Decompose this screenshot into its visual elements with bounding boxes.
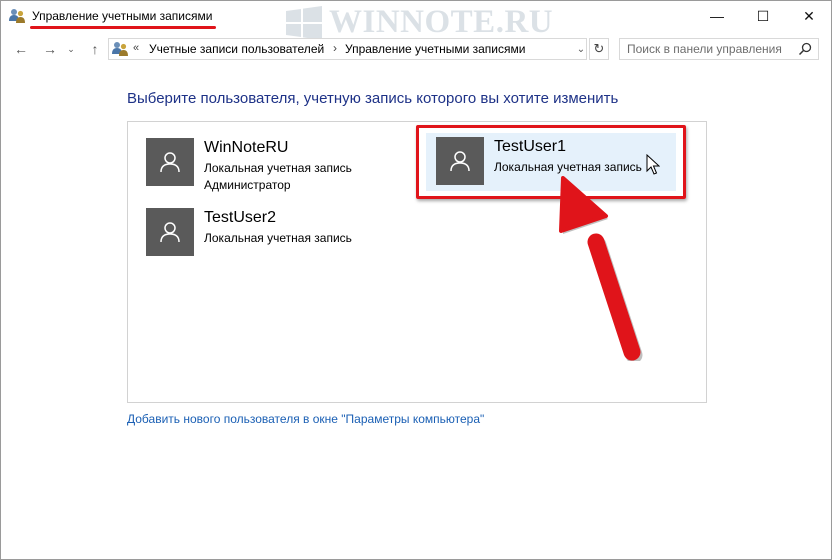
- account-name: TestUser1: [494, 138, 567, 155]
- refresh-icon: ↻: [593, 41, 605, 56]
- account-winnoteru[interactable]: WinNoteRU Локальная учетная запись Админ…: [146, 138, 376, 198]
- breadcrumb-user-accounts[interactable]: Учетные записи пользователей: [149, 42, 324, 56]
- account-role: Администратор: [204, 178, 291, 192]
- mouse-cursor-icon: [646, 154, 660, 175]
- breadcrumb-separator[interactable]: ›: [333, 41, 337, 55]
- search-input[interactable]: Поиск в панели управления: [619, 38, 819, 60]
- navigation-bar: ← → ⌄ ↑ « Учетные записи пользователей ›…: [1, 34, 831, 64]
- minimize-icon: —: [710, 8, 724, 24]
- user-avatar-icon: [450, 151, 470, 172]
- maximize-button[interactable]: ☐: [740, 1, 786, 31]
- chevron-down-icon: ⌄: [576, 43, 586, 55]
- account-type: Локальная учетная запись: [204, 231, 352, 245]
- account-testuser2[interactable]: TestUser2 Локальная учетная запись: [146, 208, 376, 268]
- search-placeholder: Поиск в панели управления: [627, 42, 782, 56]
- forward-button[interactable]: →: [39, 38, 61, 60]
- address-bar[interactable]: « Учетные записи пользователей › Управле…: [108, 38, 587, 60]
- avatar: [436, 137, 484, 185]
- user-avatar-icon: [160, 152, 180, 173]
- users-icon: [9, 9, 25, 23]
- refresh-button[interactable]: ↻: [589, 38, 609, 60]
- window-title: Управление учетными записями: [32, 9, 213, 23]
- close-icon: ✕: [803, 7, 815, 24]
- annotation-arrow-icon: [559, 176, 643, 361]
- account-type: Локальная учетная запись: [204, 161, 352, 175]
- account-name: WinNoteRU: [204, 139, 289, 156]
- breadcrumb-manage-accounts[interactable]: Управление учетными записями: [345, 42, 525, 56]
- user-avatar-icon: [160, 222, 180, 243]
- search-icon: [798, 42, 812, 56]
- account-type: Локальная учетная запись: [494, 160, 642, 174]
- address-dropdown-button[interactable]: ⌄: [575, 39, 587, 59]
- avatar: [146, 138, 194, 186]
- arrow-up-icon: ↑: [91, 41, 99, 57]
- minimize-button[interactable]: —: [694, 1, 740, 31]
- users-icon: [112, 42, 128, 56]
- arrow-right-icon: →: [43, 41, 57, 57]
- close-button[interactable]: ✕: [786, 1, 831, 31]
- page-heading: Выберите пользователя, учетную запись ко…: [127, 90, 619, 107]
- up-button[interactable]: ↑: [84, 38, 106, 60]
- avatar: [146, 208, 194, 256]
- control-panel-window: Управление учетными записями WINNOTE.RU …: [0, 0, 832, 560]
- arrow-left-icon: ←: [14, 41, 28, 57]
- recent-locations-button[interactable]: ⌄: [64, 38, 78, 60]
- back-button[interactable]: ←: [10, 38, 32, 60]
- add-new-user-link[interactable]: Добавить нового пользователя в окне "Пар…: [127, 412, 484, 426]
- maximize-icon: ☐: [756, 7, 770, 24]
- chevron-down-icon: ⌄: [67, 43, 75, 54]
- title-bar[interactable]: Управление учетными записями WINNOTE.RU …: [1, 1, 831, 40]
- title-underline-annotation: [30, 26, 216, 29]
- account-name: TestUser2: [204, 209, 277, 226]
- breadcrumb-overflow[interactable]: «: [133, 42, 139, 54]
